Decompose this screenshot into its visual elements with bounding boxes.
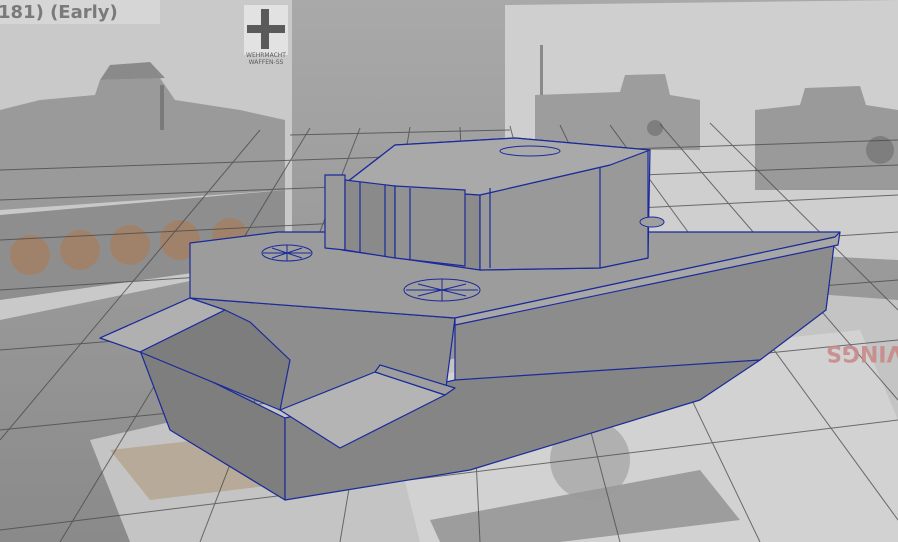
- insignia-line-2: WAFFEN-SS: [248, 59, 284, 66]
- viewport-scene: [0, 0, 898, 542]
- 3d-viewport[interactable]: 181) (Early) WEHRMACHT WAFFEN-SS VINGS: [0, 0, 898, 542]
- floor-reference-mirrored-text: VINGS: [826, 340, 898, 365]
- reference-image-title: 181) (Early): [0, 2, 118, 23]
- insignia-caption: WEHRMACHT WAFFEN-SS: [236, 52, 296, 66]
- insignia-line-1: WEHRMACHT: [246, 52, 286, 59]
